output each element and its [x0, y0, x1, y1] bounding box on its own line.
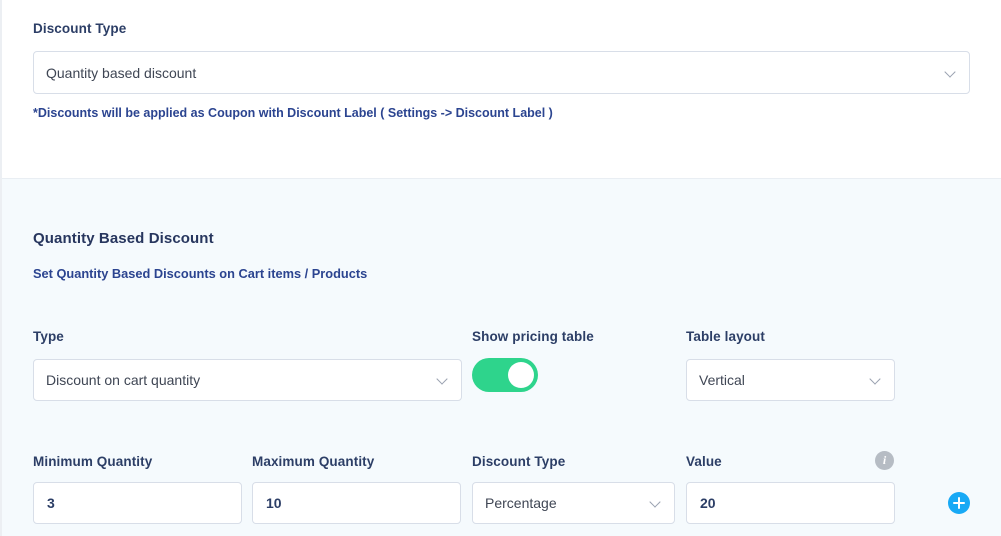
minimum-quantity-input[interactable]: 3: [33, 482, 242, 524]
chevron-down-icon: [437, 374, 449, 386]
tier-discount-type-select-value: Percentage: [485, 495, 557, 511]
chevron-down-icon: [650, 497, 662, 509]
plus-icon-vertical: [957, 497, 961, 509]
add-tier-button[interactable]: [948, 492, 970, 514]
type-label: Type: [33, 329, 64, 344]
chevron-down-icon: [945, 67, 957, 79]
quantity-based-discount-panel: Quantity Based Discount Set Quantity Bas…: [2, 178, 1001, 536]
maximum-quantity-input[interactable]: 10: [252, 482, 461, 524]
table-layout-select-value: Vertical: [699, 372, 745, 388]
chevron-down-icon: [870, 374, 882, 386]
show-pricing-table-toggle[interactable]: [472, 358, 538, 392]
type-select[interactable]: Discount on cart quantity: [33, 359, 462, 401]
value-input-value: 20: [700, 495, 716, 511]
minimum-quantity-label: Minimum Quantity: [33, 454, 153, 469]
discount-type-select[interactable]: Quantity based discount: [33, 51, 970, 94]
toggle-knob: [508, 362, 534, 388]
discount-type-select-value: Quantity based discount: [46, 64, 197, 81]
maximum-quantity-value: 10: [266, 495, 282, 511]
value-input[interactable]: 20: [686, 482, 895, 524]
discount-settings-page: Discount Type Quantity based discount *D…: [0, 0, 1001, 536]
table-layout-label: Table layout: [686, 329, 765, 344]
tier-discount-type-select[interactable]: Percentage: [472, 482, 675, 524]
discount-type-panel: Discount Type Quantity based discount *D…: [2, 0, 1001, 178]
discount-type-label: Discount Type: [33, 21, 127, 36]
show-pricing-table-label: Show pricing table: [472, 329, 594, 344]
tier-discount-type-label: Discount Type: [472, 454, 566, 469]
maximum-quantity-label: Maximum Quantity: [252, 454, 375, 469]
section-subtitle: Set Quantity Based Discounts on Cart ite…: [33, 266, 368, 281]
type-select-value: Discount on cart quantity: [46, 372, 201, 388]
table-layout-select[interactable]: Vertical: [686, 359, 895, 401]
value-label: Value: [686, 454, 722, 469]
minimum-quantity-value: 3: [47, 495, 55, 511]
info-icon[interactable]: i: [875, 451, 894, 470]
section-title: Quantity Based Discount: [33, 230, 214, 247]
discount-type-hint: *Discounts will be applied as Coupon wit…: [33, 106, 553, 120]
